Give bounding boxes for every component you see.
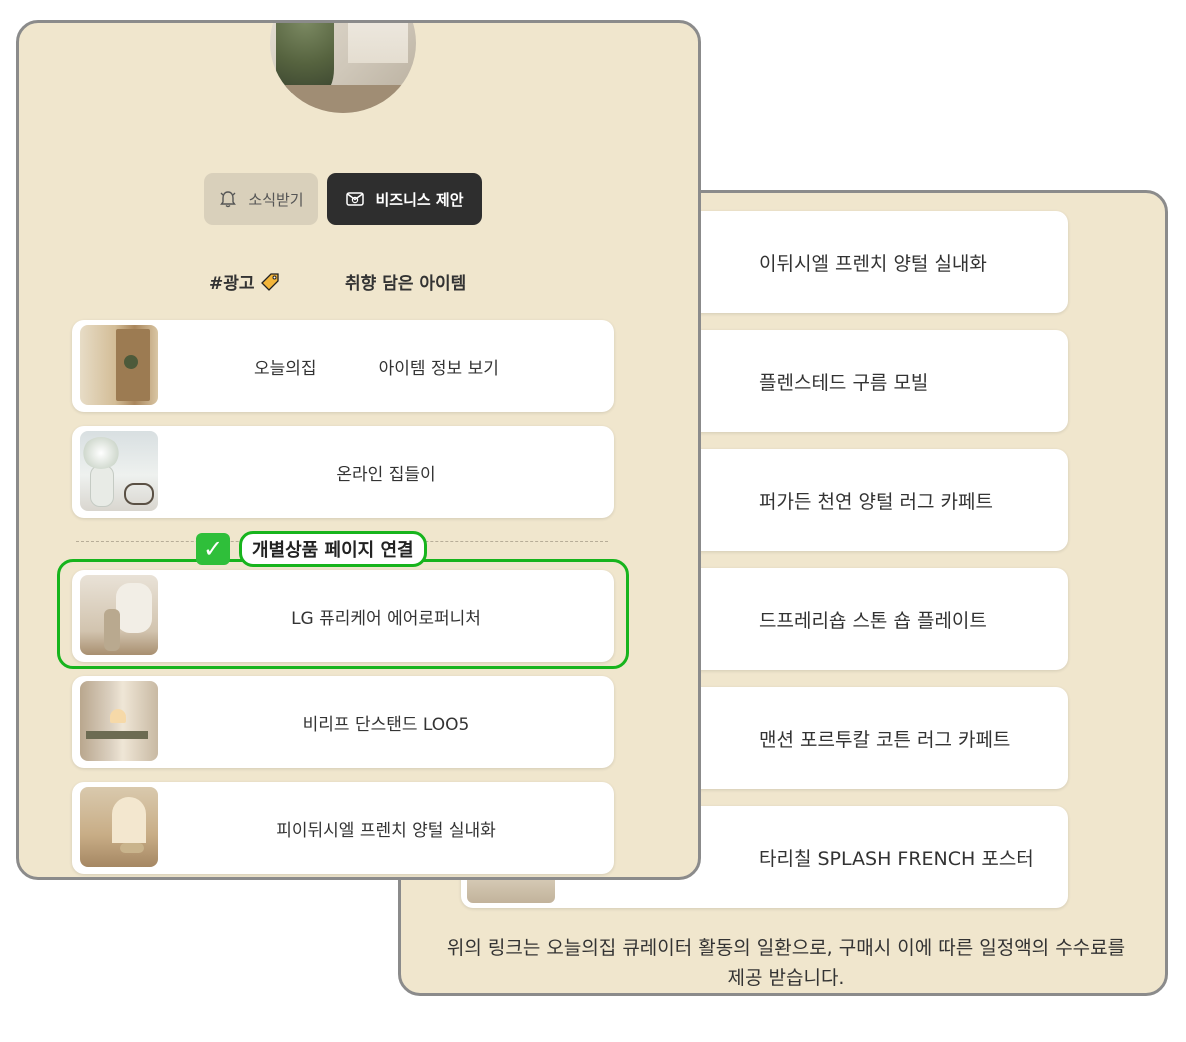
back-item-label: 드프레리숍 스톤 숍 플레이트 <box>759 609 987 632</box>
highlight-box <box>57 559 629 669</box>
ad-item-label: 온라인 집들이 <box>336 464 436 485</box>
back-item-label: 타리칠 SPLASH FRENCH 포스터 <box>759 847 1034 870</box>
item-thumbnail <box>80 681 158 761</box>
ad-item-card[interactable]: 오늘의집 아이템 정보 보기 <box>72 320 614 412</box>
photo-floor <box>270 85 416 113</box>
mail-icon <box>346 192 365 206</box>
ad-item-label: 오늘의집 아이템 정보 보기 <box>158 320 614 412</box>
item-thumbnail <box>80 325 158 405</box>
profile-photo <box>270 23 416 113</box>
business-proposal-label: 비즈니스 제안 <box>375 190 464 209</box>
disclaimer-text: 위의 링크는 오늘의집 큐레이터 활동의 일환으로, 구매시 이에 따른 일정액… <box>446 937 1126 989</box>
product-item-label: 피이뒤시엘 프렌치 양털 실내화 <box>276 820 496 841</box>
photo-tree <box>276 23 334 93</box>
thumbnail-vase <box>90 465 114 507</box>
photo-window <box>348 23 408 63</box>
back-item-label: 이뒤시엘 프렌치 양털 실내화 <box>759 252 987 275</box>
items-section-title: 취향 담은 아이템 <box>345 274 467 294</box>
item-thumbnail <box>80 431 158 511</box>
ad-item-card[interactable]: 온라인 집들이 <box>72 426 614 518</box>
product-item-card[interactable]: 피이뒤시엘 프렌치 양털 실내화 <box>72 782 614 874</box>
highlight-label: 개별상품 페이지 연결 <box>239 531 427 567</box>
subscribe-label: 소식받기 <box>248 190 304 209</box>
product-item-label: 비리프 단스탠드 LOO5 <box>302 714 470 735</box>
thumbnail-table <box>86 731 148 739</box>
back-item-label: 플렌스테드 구름 모빌 <box>759 371 929 394</box>
product-item-card[interactable]: 비리프 단스탠드 LOO5 <box>72 676 614 768</box>
ad-section-label: #광고 <box>209 274 255 294</box>
tag-icon <box>261 273 280 291</box>
business-proposal-button[interactable]: 비즈니스 제안 <box>327 173 482 225</box>
thumbnail-arch <box>112 797 146 843</box>
ad-section-title: #광고 <box>209 269 280 294</box>
ad-item-brand: 오늘의집 <box>254 358 317 379</box>
check-icon: ✓ <box>196 533 230 565</box>
thumbnail-slippers <box>120 843 144 853</box>
back-item-label: 맨션 포르투칼 코튼 러그 카페트 <box>759 728 1011 751</box>
thumbnail-flowers <box>82 437 120 469</box>
subscribe-button[interactable]: 소식받기 <box>204 173 318 225</box>
front-panel: 소식받기 비즈니스 제안 #광고 취향 담은 아이템 오늘의집 아이템 정보 보… <box>16 20 701 880</box>
back-item-label: 퍼가든 천연 양털 러그 카페트 <box>759 490 993 513</box>
thumbnail-plant <box>124 355 138 369</box>
thumbnail-object <box>124 483 154 505</box>
ad-item-link[interactable]: 아이템 정보 보기 <box>379 354 499 379</box>
thumbnail-lamp <box>110 709 126 723</box>
bell-icon <box>220 191 237 208</box>
item-thumbnail <box>80 787 158 867</box>
